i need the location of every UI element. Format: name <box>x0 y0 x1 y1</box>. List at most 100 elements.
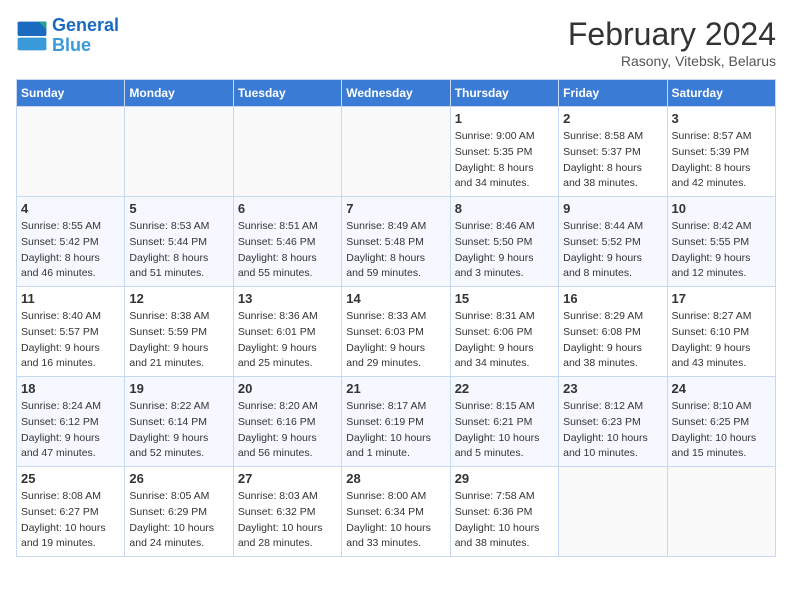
day-info: Sunrise: 8:00 AMSunset: 6:34 PMDaylight:… <box>346 489 445 552</box>
calendar-cell: 5 Sunrise: 8:53 AMSunset: 5:44 PMDaylight… <box>125 197 233 287</box>
day-number: 28 <box>346 471 445 486</box>
logo-text: General Blue <box>52 16 119 56</box>
day-number: 16 <box>563 291 662 306</box>
calendar-cell: 1 Sunrise: 9:00 AMSunset: 5:35 PMDaylight… <box>450 107 558 197</box>
calendar-cell: 11 Sunrise: 8:40 AMSunset: 5:57 PMDayligh… <box>17 287 125 377</box>
day-info: Sunrise: 8:31 AMSunset: 6:06 PMDaylight:… <box>455 309 554 372</box>
day-number: 6 <box>238 201 337 216</box>
day-number: 15 <box>455 291 554 306</box>
day-info: Sunrise: 8:03 AMSunset: 6:32 PMDaylight:… <box>238 489 337 552</box>
calendar-cell: 9 Sunrise: 8:44 AMSunset: 5:52 PMDaylight… <box>559 197 667 287</box>
calendar-cell: 3Sunrise: 8:57 AMSunset: 5:39 PMDaylight… <box>667 107 775 197</box>
day-number: 10 <box>672 201 771 216</box>
day-info: Sunrise: 8:58 AMSunset: 5:37 PMDaylight:… <box>563 129 662 192</box>
calendar-cell: 22 Sunrise: 8:15 AMSunset: 6:21 PMDayligh… <box>450 377 558 467</box>
day-header-sunday: Sunday <box>17 80 125 107</box>
calendar-cell: 25 Sunrise: 8:08 AMSunset: 6:27 PMDayligh… <box>17 467 125 557</box>
calendar-cell: 19Sunrise: 8:22 AMSunset: 6:14 PMDayligh… <box>125 377 233 467</box>
day-number: 12 <box>129 291 228 306</box>
day-info: Sunrise: 8:53 AMSunset: 5:44 PMDaylight:… <box>129 219 228 282</box>
calendar-cell: 6Sunrise: 8:51 AMSunset: 5:46 PMDaylight… <box>233 197 341 287</box>
day-number: 17 <box>672 291 771 306</box>
calendar-cell: 17 Sunrise: 8:27 AMSunset: 6:10 PMDayligh… <box>667 287 775 377</box>
calendar-cell: 4 Sunrise: 8:55 AMSunset: 5:42 PMDaylight… <box>17 197 125 287</box>
location: Rasony, Vitebsk, Belarus <box>568 53 776 69</box>
month-title: February 2024 <box>568 16 776 53</box>
day-number: 9 <box>563 201 662 216</box>
calendar-table: SundayMondayTuesdayWednesdayThursdayFrid… <box>16 79 776 557</box>
calendar-header-row: SundayMondayTuesdayWednesdayThursdayFrid… <box>17 80 776 107</box>
day-info: Sunrise: 8:17 AMSunset: 6:19 PMDaylight:… <box>346 399 445 462</box>
day-header-friday: Friday <box>559 80 667 107</box>
day-info: Sunrise: 8:22 AMSunset: 6:14 PMDaylight:… <box>129 399 228 462</box>
calendar-cell: 29 Sunrise: 7:58 AMSunset: 6:36 PMDayligh… <box>450 467 558 557</box>
title-block: February 2024 Rasony, Vitebsk, Belarus <box>568 16 776 69</box>
day-info: Sunrise: 9:00 AMSunset: 5:35 PMDaylight:… <box>455 129 554 192</box>
calendar-cell <box>17 107 125 197</box>
day-number: 2 <box>563 111 662 126</box>
calendar-cell: 16 Sunrise: 8:29 AMSunset: 6:08 PMDayligh… <box>559 287 667 377</box>
day-info: Sunrise: 8:55 AMSunset: 5:42 PMDaylight:… <box>21 219 120 282</box>
day-info: Sunrise: 8:44 AMSunset: 5:52 PMDaylight:… <box>563 219 662 282</box>
day-info: Sunrise: 8:12 AMSunset: 6:23 PMDaylight:… <box>563 399 662 462</box>
day-number: 21 <box>346 381 445 396</box>
day-info: Sunrise: 8:05 AMSunset: 6:29 PMDaylight:… <box>129 489 228 552</box>
day-info: Sunrise: 8:08 AMSunset: 6:27 PMDaylight:… <box>21 489 120 552</box>
day-number: 27 <box>238 471 337 486</box>
day-header-thursday: Thursday <box>450 80 558 107</box>
calendar-cell <box>233 107 341 197</box>
day-number: 18 <box>21 381 120 396</box>
calendar-cell: 21 Sunrise: 8:17 AMSunset: 6:19 PMDayligh… <box>342 377 450 467</box>
calendar-cell: 27 Sunrise: 8:03 AMSunset: 6:32 PMDayligh… <box>233 467 341 557</box>
calendar-cell: 14 Sunrise: 8:33 AMSunset: 6:03 PMDayligh… <box>342 287 450 377</box>
week-row-4: 18 Sunrise: 8:24 AMSunset: 6:12 PMDayligh… <box>17 377 776 467</box>
calendar-cell: 8Sunrise: 8:46 AMSunset: 5:50 PMDaylight… <box>450 197 558 287</box>
day-info: Sunrise: 8:49 AMSunset: 5:48 PMDaylight:… <box>346 219 445 282</box>
calendar-cell: 28 Sunrise: 8:00 AMSunset: 6:34 PMDayligh… <box>342 467 450 557</box>
calendar-cell: 15 Sunrise: 8:31 AMSunset: 6:06 PMDayligh… <box>450 287 558 377</box>
week-row-2: 4 Sunrise: 8:55 AMSunset: 5:42 PMDaylight… <box>17 197 776 287</box>
calendar-cell <box>559 467 667 557</box>
calendar-cell: 26 Sunrise: 8:05 AMSunset: 6:29 PMDayligh… <box>125 467 233 557</box>
day-number: 4 <box>21 201 120 216</box>
logo-icon <box>16 20 48 52</box>
day-number: 23 <box>563 381 662 396</box>
day-info: Sunrise: 8:33 AMSunset: 6:03 PMDaylight:… <box>346 309 445 372</box>
day-header-wednesday: Wednesday <box>342 80 450 107</box>
calendar-cell: 10 Sunrise: 8:42 AMSunset: 5:55 PMDayligh… <box>667 197 775 287</box>
day-info: Sunrise: 8:20 AMSunset: 6:16 PMDaylight:… <box>238 399 337 462</box>
week-row-1: 1 Sunrise: 9:00 AMSunset: 5:35 PMDaylight… <box>17 107 776 197</box>
day-header-tuesday: Tuesday <box>233 80 341 107</box>
day-info: Sunrise: 8:15 AMSunset: 6:21 PMDaylight:… <box>455 399 554 462</box>
calendar-cell: 7Sunrise: 8:49 AMSunset: 5:48 PMDaylight… <box>342 197 450 287</box>
day-number: 11 <box>21 291 120 306</box>
day-number: 1 <box>455 111 554 126</box>
day-number: 29 <box>455 471 554 486</box>
day-number: 26 <box>129 471 228 486</box>
calendar-cell: 2 Sunrise: 8:58 AMSunset: 5:37 PMDaylight… <box>559 107 667 197</box>
calendar-cell <box>342 107 450 197</box>
calendar-cell: 20 Sunrise: 8:20 AMSunset: 6:16 PMDayligh… <box>233 377 341 467</box>
day-number: 22 <box>455 381 554 396</box>
day-info: Sunrise: 7:58 AMSunset: 6:36 PMDaylight:… <box>455 489 554 552</box>
calendar-cell: 24 Sunrise: 8:10 AMSunset: 6:25 PMDayligh… <box>667 377 775 467</box>
day-number: 5 <box>129 201 228 216</box>
day-number: 25 <box>21 471 120 486</box>
day-number: 20 <box>238 381 337 396</box>
day-number: 24 <box>672 381 771 396</box>
day-info: Sunrise: 8:27 AMSunset: 6:10 PMDaylight:… <box>672 309 771 372</box>
calendar-cell: 18 Sunrise: 8:24 AMSunset: 6:12 PMDayligh… <box>17 377 125 467</box>
calendar-cell: 12Sunrise: 8:38 AMSunset: 5:59 PMDayligh… <box>125 287 233 377</box>
day-info: Sunrise: 8:42 AMSunset: 5:55 PMDaylight:… <box>672 219 771 282</box>
day-number: 14 <box>346 291 445 306</box>
day-info: Sunrise: 8:24 AMSunset: 6:12 PMDaylight:… <box>21 399 120 462</box>
logo: General Blue <box>16 16 119 56</box>
day-info: Sunrise: 8:10 AMSunset: 6:25 PMDaylight:… <box>672 399 771 462</box>
day-info: Sunrise: 8:40 AMSunset: 5:57 PMDaylight:… <box>21 309 120 372</box>
day-header-monday: Monday <box>125 80 233 107</box>
calendar-cell <box>667 467 775 557</box>
day-info: Sunrise: 8:57 AMSunset: 5:39 PMDaylight:… <box>672 129 771 192</box>
calendar-cell <box>125 107 233 197</box>
day-info: Sunrise: 8:29 AMSunset: 6:08 PMDaylight:… <box>563 309 662 372</box>
calendar-cell: 23 Sunrise: 8:12 AMSunset: 6:23 PMDayligh… <box>559 377 667 467</box>
